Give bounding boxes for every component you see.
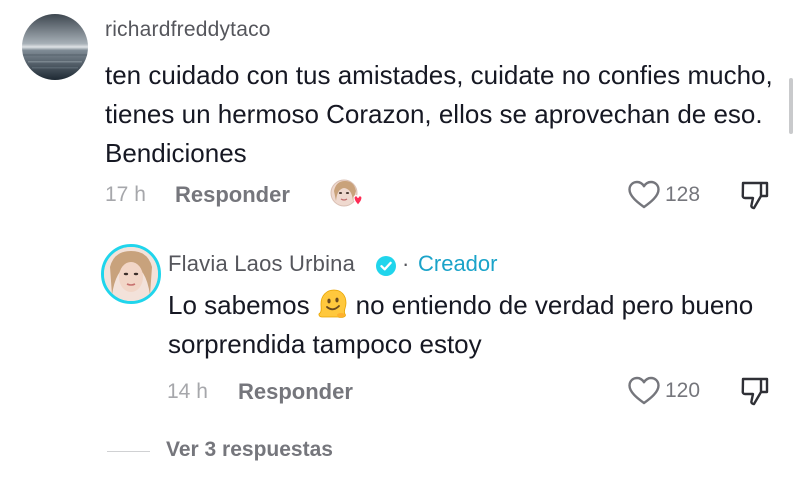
thumbs-down-icon[interactable] (740, 180, 770, 212)
like-heart-icon[interactable] (627, 180, 661, 210)
creator-badge: Creador (418, 251, 498, 276)
reply-timestamp: 14 h (167, 380, 208, 403)
comment-timestamp: 17 h (105, 183, 146, 206)
melting-face-emoji-icon (316, 287, 350, 321)
replies-divider (107, 451, 150, 452)
scrollbar-thumb[interactable] (789, 78, 793, 134)
creator-liked-avatar-icon (330, 179, 364, 211)
reply-responder-button[interactable]: Responder (238, 379, 353, 405)
separator-dot: · (402, 251, 410, 276)
verified-check-icon (375, 255, 397, 277)
like-heart-icon[interactable] (627, 376, 661, 406)
view-replies-button[interactable]: Ver 3 respuestas (166, 438, 333, 462)
avatar-flavia-laos-urbina[interactable] (101, 244, 161, 304)
thumbs-down-icon[interactable] (740, 376, 770, 408)
like-count: 128 (665, 183, 701, 206)
reply-author-name[interactable]: Flavia Laos Urbina (168, 251, 355, 277)
comment-username[interactable]: richardfreddytaco (105, 18, 271, 42)
portrait-photo-icon (104, 247, 158, 301)
reply-text: Lo sabemos no entiendo de verdad pero bu… (168, 286, 768, 364)
comment-text: ten cuidado con tus amistades, cuidate n… (105, 60, 773, 168)
avatar-richardfreddytaco[interactable] (22, 14, 88, 80)
ocean-photo-icon (22, 14, 88, 80)
reply-button[interactable]: Responder (175, 182, 290, 208)
reply-like-count: 120 (665, 379, 701, 402)
reply-text-start: Lo sabemos (168, 290, 310, 320)
